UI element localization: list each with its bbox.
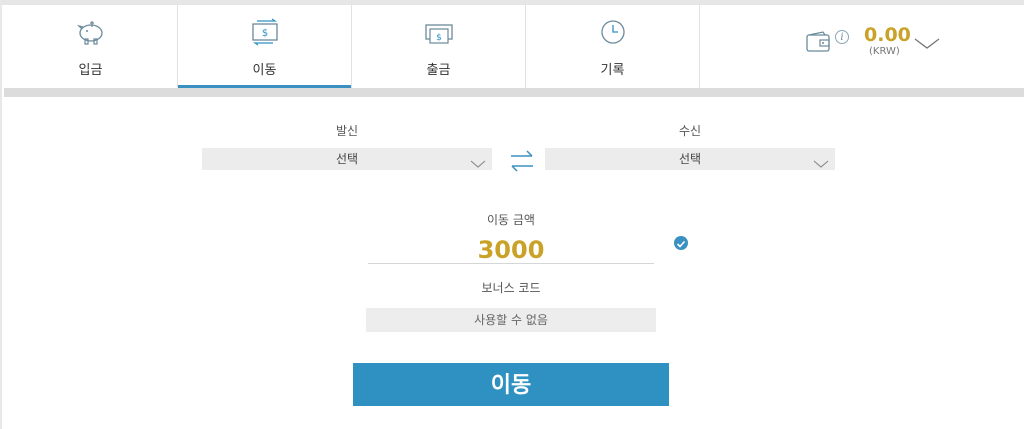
- section-divider: [4, 88, 1024, 97]
- check-icon: [674, 236, 688, 250]
- piggy-bank-icon: [74, 17, 108, 47]
- transfer-money-icon: $: [248, 17, 282, 47]
- info-icon[interactable]: i: [835, 30, 849, 44]
- wallet-currency: (KRW): [869, 46, 900, 57]
- tab-withdraw[interactable]: $ 출금: [352, 5, 526, 88]
- tab-label: 출금: [426, 63, 451, 78]
- tab-deposit[interactable]: 입금: [4, 5, 178, 88]
- wallet-icon: [806, 31, 832, 57]
- history-clock-icon: [596, 17, 630, 47]
- tab-label: 입금: [78, 63, 103, 78]
- chevron-down-icon: [470, 154, 486, 176]
- tab-history[interactable]: 기록: [526, 5, 700, 88]
- swap-arrows-icon[interactable]: [510, 148, 534, 178]
- withdraw-cash-icon: $: [422, 17, 456, 47]
- transfer-submit-button[interactable]: 이동: [353, 363, 669, 406]
- amount-label: 이동 금액: [487, 213, 535, 227]
- to-label: 수신: [678, 124, 702, 138]
- wallet-balance: 0.00: [864, 24, 911, 46]
- tab-label: 기록: [600, 63, 625, 78]
- svg-text:$: $: [261, 28, 267, 39]
- from-select[interactable]: 선택: [202, 148, 492, 170]
- amount-input[interactable]: [368, 236, 654, 264]
- left-edge: [0, 0, 2, 429]
- wallet-summary: [700, 5, 1024, 88]
- chevron-down-icon: [813, 154, 829, 176]
- tab-label: 이동: [252, 63, 277, 78]
- tab-transfer[interactable]: $ 이동: [178, 5, 352, 88]
- from-select-value: 선택: [335, 152, 359, 166]
- to-select-value: 선택: [678, 152, 702, 166]
- to-select[interactable]: 선택: [545, 148, 835, 170]
- bonus-code-input[interactable]: [366, 308, 656, 332]
- bonus-code-label: 보너스 코드: [481, 281, 541, 295]
- from-label: 발신: [335, 124, 359, 138]
- svg-text:$: $: [436, 33, 442, 43]
- chevron-down-icon[interactable]: [914, 36, 940, 55]
